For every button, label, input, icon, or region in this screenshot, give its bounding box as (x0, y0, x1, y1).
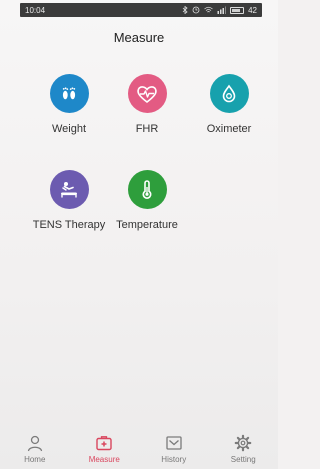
tab-history[interactable]: History (144, 434, 204, 464)
person-icon (27, 435, 42, 452)
signal-icon (217, 6, 227, 14)
tab-measure[interactable]: Measure (74, 434, 134, 464)
tile-oximeter[interactable]: Oximeter (186, 74, 272, 135)
tile-fhr[interactable]: FHR (104, 74, 190, 135)
medical-kit-icon (96, 436, 112, 451)
wifi-icon (204, 6, 213, 13)
tab-label: Home (24, 455, 46, 464)
tab-home[interactable]: Home (5, 434, 65, 464)
status-time: 10:04 (25, 5, 46, 15)
tab-label: Measure (88, 455, 120, 464)
gear-icon (234, 434, 252, 452)
thermometer-icon (127, 170, 167, 209)
tile-label: FHR (135, 123, 159, 135)
battery-level: 42 (248, 5, 257, 15)
bluetooth-icon (182, 6, 188, 14)
alarm-icon (192, 6, 200, 14)
tab-setting[interactable]: Setting (213, 434, 273, 464)
tile-weight[interactable]: Weight (26, 74, 112, 135)
tab-label: Setting (230, 455, 256, 464)
tile-label: TENS Therapy (32, 219, 106, 231)
page-title: Measure (113, 30, 165, 45)
status-bar: 10:04 42 (20, 3, 262, 17)
footprints-icon (49, 74, 89, 113)
tab-bar: Home Measure History Setting (0, 425, 278, 469)
measure-grid: Weight FHR Oximeter TENS Therapy Tempera… (0, 74, 278, 244)
tab-label: History (161, 455, 187, 464)
tile-temperature[interactable]: Temperature (104, 170, 190, 231)
heart-pulse-icon (127, 74, 167, 113)
battery-icon (230, 6, 245, 14)
oximeter-drop-icon (209, 74, 249, 113)
status-icons: 42 (182, 6, 257, 15)
inbox-icon (166, 436, 182, 450)
tile-label: Temperature (116, 219, 178, 231)
phone-screen: 10:04 42 Measure Weight FHR Oximeter TEN… (0, 0, 278, 469)
tile-tens-therapy[interactable]: TENS Therapy (26, 170, 112, 231)
tile-label: Oximeter (206, 123, 252, 135)
tile-label: Weight (51, 123, 87, 135)
massage-person-icon (49, 170, 89, 209)
